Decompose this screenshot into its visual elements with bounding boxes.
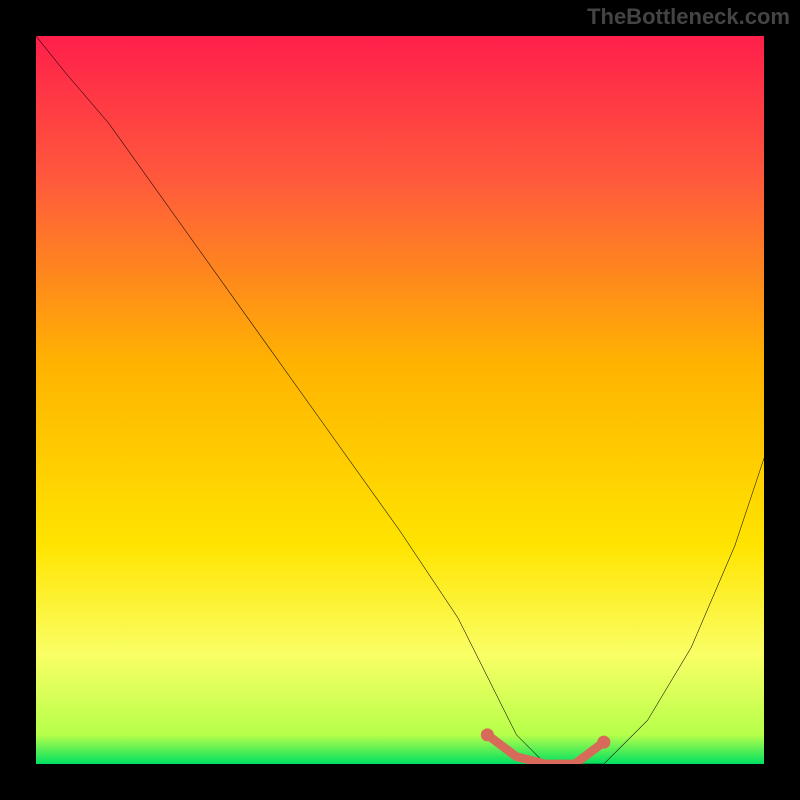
highlight-start-dot <box>481 728 494 741</box>
watermark-text: TheBottleneck.com <box>587 4 790 30</box>
highlight-end-dot <box>597 736 610 749</box>
optimal-range-highlight <box>487 735 603 764</box>
plot-area <box>36 36 764 764</box>
curve-layer <box>36 36 764 764</box>
bottleneck-curve <box>36 36 764 764</box>
